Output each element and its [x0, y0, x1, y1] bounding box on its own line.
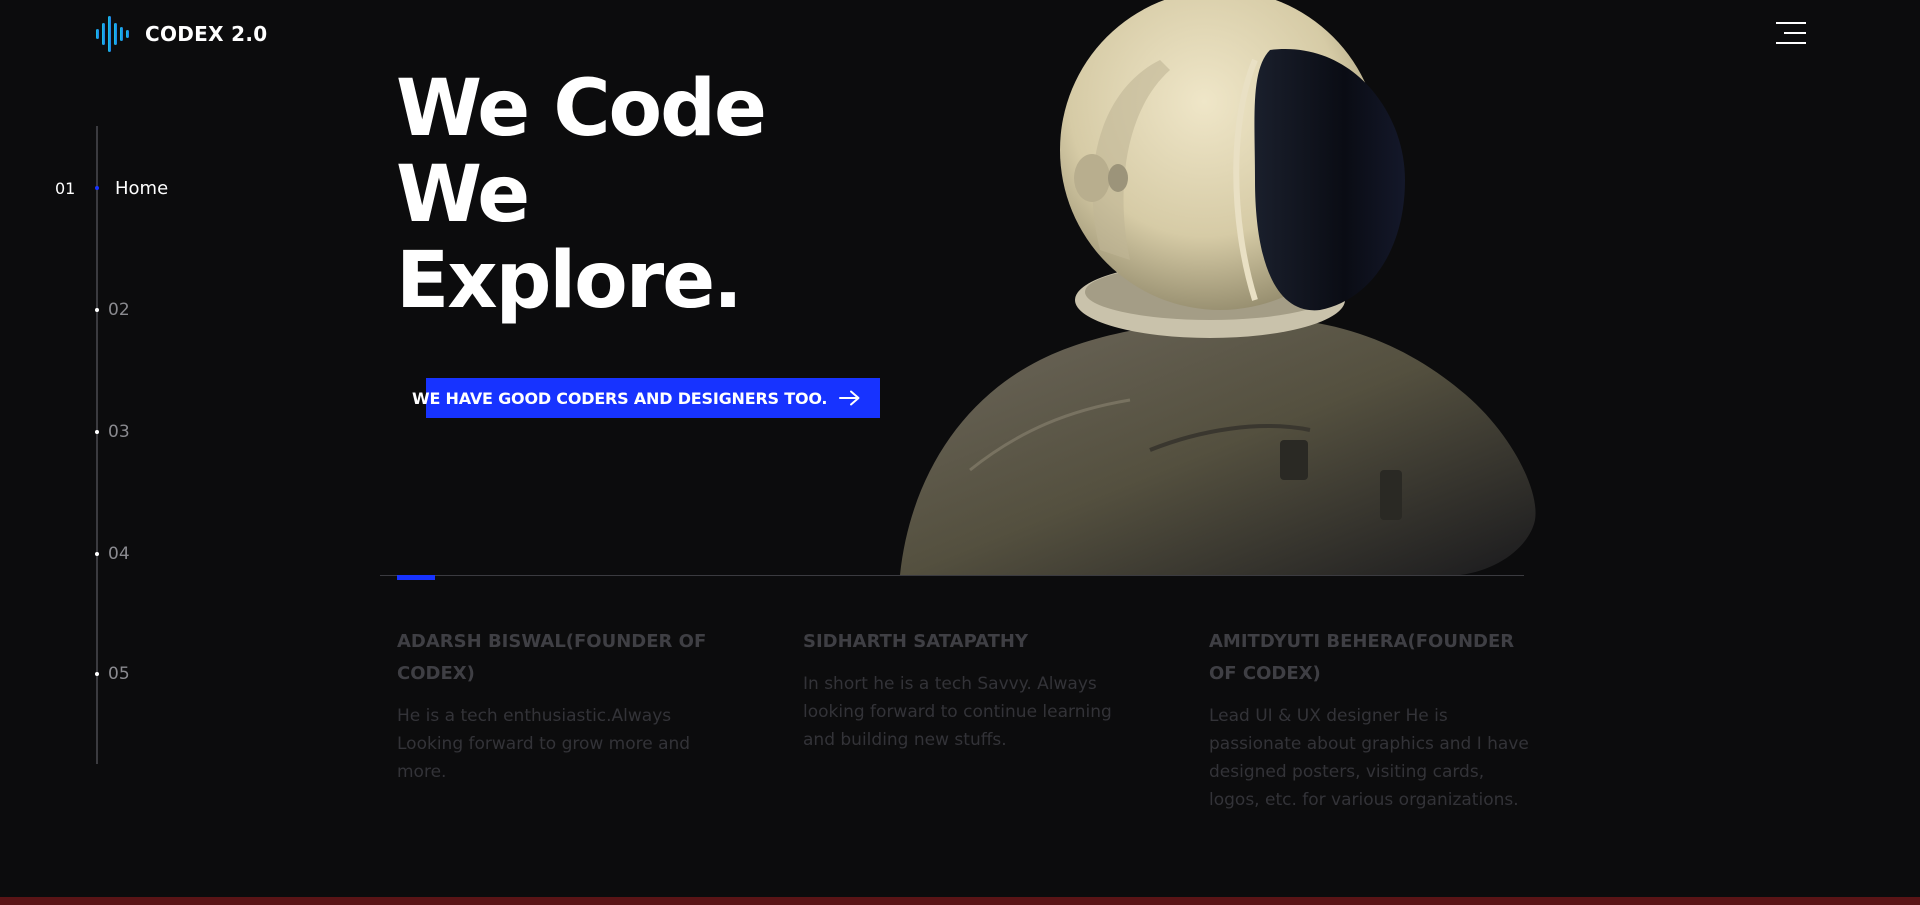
- side-nav-number: 03: [108, 422, 130, 442]
- team-member-bio: Lead UI & UX designer He is passionate a…: [1209, 706, 1529, 810]
- hero-title-line: Explore.: [396, 236, 743, 326]
- side-nav-number: 01: [55, 178, 76, 198]
- hamburger-menu-icon[interactable]: [1776, 22, 1806, 46]
- hero-title: We Code We Explore.: [396, 64, 767, 326]
- side-navigation: 01 Home 02 03 04 05: [0, 126, 240, 764]
- next-section-strip: [0, 897, 1920, 905]
- nav-dot: [95, 672, 99, 676]
- team-member-bio: In short he is a tech Savvy. Always look…: [803, 674, 1112, 750]
- team-card-2: SIDHARTH SATAPATHY In short he is a tech…: [803, 626, 1123, 754]
- slide-progress-track: [380, 575, 1524, 576]
- hero-title-line: We Code: [396, 64, 767, 154]
- brand-logo[interactable]: CODEX 2.0: [95, 14, 267, 54]
- side-nav-number: 05: [108, 664, 130, 684]
- arrow-right-icon: [839, 390, 860, 406]
- team-member-name: SIDHARTH SATAPATHY: [803, 631, 1029, 652]
- slide-progress-indicator: [397, 575, 435, 580]
- sound-wave-logo-icon: [96, 16, 129, 52]
- side-nav-label: Home: [115, 177, 169, 199]
- side-nav-number: 04: [108, 544, 130, 564]
- team-member-name: ADARSH BISWAL(FOUNDER OF CODEX): [397, 631, 707, 684]
- side-nav-number: 02: [108, 300, 130, 320]
- cta-label: WE HAVE GOOD CODERS AND DESIGNERS TOO.: [412, 388, 828, 408]
- brand-name: CODEX 2.0: [145, 22, 268, 46]
- astronaut-image: [900, 0, 1536, 575]
- nav-dot: [95, 552, 99, 556]
- team-member-bio: He is a tech enthusiastic.Always Looking…: [397, 706, 691, 782]
- hero-title-line: We: [396, 150, 530, 240]
- team-member-name: AMITDYUTI BEHERA(FOUNDER OF CODEX): [1209, 631, 1515, 684]
- nav-dot: [95, 430, 99, 434]
- active-dot: [95, 186, 99, 190]
- team-card-3: AMITDYUTI BEHERA(FOUNDER OF CODEX) Lead …: [1209, 626, 1529, 814]
- cta-button[interactable]: WE HAVE GOOD CODERS AND DESIGNERS TOO.: [412, 378, 880, 418]
- nav-dot: [95, 308, 99, 312]
- side-nav-line: [96, 126, 98, 764]
- team-card-1: ADARSH BISWAL(FOUNDER OF CODEX) He is a …: [397, 626, 717, 786]
